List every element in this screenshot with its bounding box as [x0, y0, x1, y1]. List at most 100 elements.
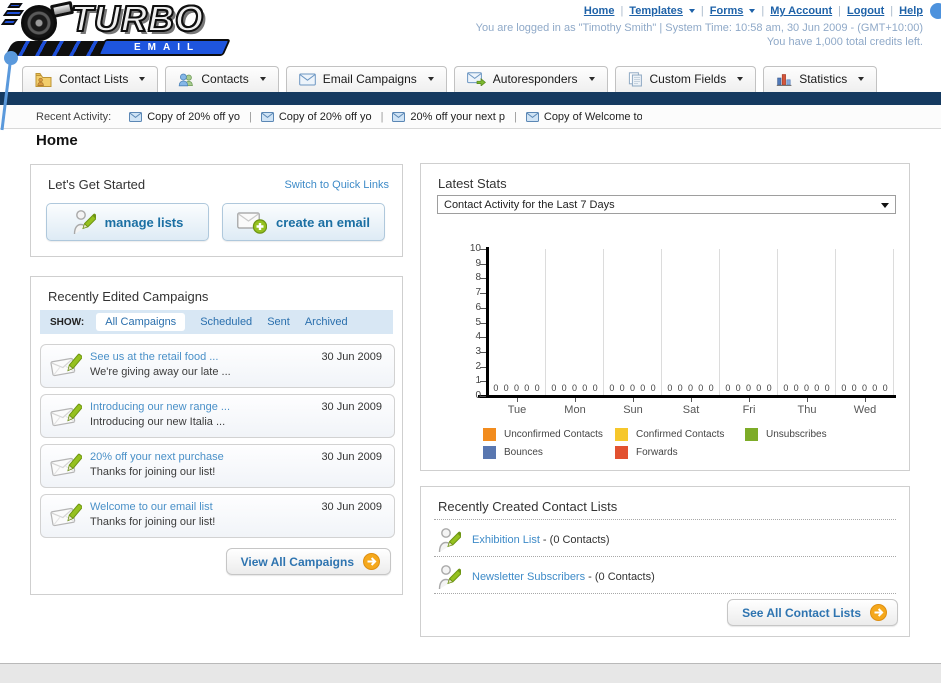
chart-zero-labels: 00000	[662, 383, 719, 393]
button-label: create an email	[276, 214, 370, 230]
recent-activity-item[interactable]: Copy of Welcome to	[525, 111, 642, 123]
filter-all-campaigns[interactable]: All Campaigns	[96, 313, 186, 331]
arrow-circle-icon	[870, 604, 887, 621]
value-label: 0	[513, 383, 519, 393]
y-tick-label: 8	[475, 272, 481, 284]
value-label: 0	[735, 383, 741, 393]
chart-day-group: 00000	[662, 249, 720, 395]
view-all-campaigns-button[interactable]: View All Campaigns	[225, 548, 391, 575]
page-footer-strip	[0, 664, 941, 683]
nav-tab-autoresponders[interactable]: Autoresponders	[453, 66, 608, 92]
campaign-item[interactable]: See us at the retail food ... We're givin…	[40, 344, 395, 388]
nav-tab-custom-fields[interactable]: Custom Fields	[614, 66, 757, 92]
y-tick	[480, 337, 486, 339]
value-label: 0	[851, 383, 857, 393]
folder-user-icon	[35, 72, 52, 87]
recent-activity-item[interactable]: 20% off your next p	[392, 111, 505, 123]
header-link-logout[interactable]: Logout	[847, 5, 884, 17]
y-tick	[480, 293, 486, 295]
switch-quick-links-link[interactable]: Switch to Quick Links	[284, 179, 389, 191]
panel-title: Recently Edited Campaigns	[48, 289, 209, 304]
chart-zero-labels: 00000	[720, 383, 777, 393]
campaign-title-link[interactable]: Welcome to our email list	[90, 501, 213, 513]
y-tick	[480, 307, 486, 309]
campaign-item[interactable]: 20% off your next purchase Thanks for joi…	[40, 444, 395, 488]
chevron-down-icon	[737, 77, 744, 81]
envelope-small-icon	[525, 111, 539, 122]
recent-activity-item[interactable]: Copy of 20% off yo	[129, 111, 240, 123]
legend-entry: Bounces	[483, 443, 615, 461]
contact-list-text: Newsletter Subscribers - (0 Contacts)	[472, 571, 655, 583]
campaign-item[interactable]: Introducing our new range ... Introducing…	[40, 394, 395, 438]
chevron-down-icon	[749, 9, 756, 13]
x-tick	[748, 398, 750, 402]
panel-title: Let's Get Started	[48, 177, 146, 192]
chart-day-group: 00000	[836, 249, 894, 395]
latest-stats-panel: Latest Stats Contact Activity for the La…	[420, 163, 910, 471]
separator: |	[700, 5, 704, 17]
envelope-pencil-icon	[50, 503, 83, 535]
campaign-item[interactable]: Welcome to our email list Thanks for join…	[40, 494, 395, 538]
chart-zero-labels: 00000	[546, 383, 603, 393]
recent-activity-link: Copy of 20% off yo	[278, 110, 372, 123]
header-link-home[interactable]: Home	[584, 5, 615, 17]
value-label: 0	[677, 383, 683, 393]
button-label: manage lists	[104, 214, 184, 230]
get-started-button-create-an-email[interactable]: create an email	[222, 203, 385, 241]
separator: |	[620, 5, 624, 17]
nav-tab-label: Email Campaigns	[322, 72, 417, 86]
day-label: Tue	[507, 404, 527, 416]
nav-tab-email-campaigns[interactable]: Email Campaigns	[285, 66, 447, 92]
see-all-contact-lists-button[interactable]: See All Contact Lists	[727, 599, 898, 626]
contact-list-link[interactable]: Exhibition List	[472, 534, 540, 546]
show-label: SHOW:	[50, 316, 85, 328]
y-tick	[480, 381, 486, 383]
legend-entry: Unconfirmed Contacts	[483, 425, 615, 443]
x-axis-day: Tue	[488, 398, 546, 416]
value-label: 0	[841, 383, 847, 393]
legend-label: Bounces	[504, 446, 543, 458]
page-title: Home	[36, 132, 78, 149]
filter-sent[interactable]: Sent	[267, 316, 290, 328]
chart-day-group: 00000	[604, 249, 662, 395]
filter-scheduled[interactable]: Scheduled	[200, 316, 252, 328]
value-label: 0	[814, 383, 820, 393]
pages-icon	[628, 71, 643, 87]
users-icon	[178, 72, 194, 87]
user-pencil-icon	[437, 564, 461, 591]
get-started-button-manage-lists[interactable]: manage lists	[46, 203, 209, 241]
campaign-title-link[interactable]: Introducing our new range ...	[90, 401, 230, 413]
filter-archived[interactable]: Archived	[305, 316, 348, 328]
annotation-dot	[930, 3, 941, 19]
y-tick-label: 4	[475, 331, 481, 343]
chart-zero-labels: 00000	[604, 383, 661, 393]
y-tick-label: 9	[475, 257, 481, 269]
contact-list-link[interactable]: Newsletter Subscribers	[472, 571, 585, 583]
chart-day-group: 00000	[778, 249, 836, 395]
contact-list-item[interactable]: Exhibition List - (0 Contacts)	[437, 523, 610, 557]
envelope-icon	[298, 73, 316, 86]
nav-tab-contacts[interactable]: Contacts	[165, 66, 279, 92]
header-link-forms[interactable]: Forms	[710, 5, 744, 17]
campaign-title-link[interactable]: See us at the retail food ...	[90, 351, 218, 363]
header-link-templates[interactable]: Templates	[629, 5, 683, 17]
legend-entry: Confirmed Contacts	[615, 425, 745, 443]
y-tick-label: 2	[475, 360, 481, 372]
header-link-my-account[interactable]: My Account	[770, 5, 832, 17]
nav-tab-contact-lists[interactable]: Contact Lists	[22, 66, 159, 92]
recent-activity-item[interactable]: Copy of 20% off yo	[260, 110, 372, 123]
value-label: 0	[783, 383, 789, 393]
campaign-title-link[interactable]: 20% off your next purchase	[90, 451, 224, 463]
value-label: 0	[619, 383, 625, 393]
value-label: 0	[745, 383, 751, 393]
x-axis-day: Mon	[546, 398, 604, 416]
envelope-small-icon	[392, 111, 406, 122]
header-link-help[interactable]: Help	[899, 5, 923, 17]
contact-list-item[interactable]: Newsletter Subscribers - (0 Contacts)	[437, 560, 655, 594]
value-label: 0	[561, 383, 567, 393]
nav-tab-statistics[interactable]: Statistics	[763, 66, 878, 92]
logo-email-banner: EMAIL	[97, 39, 231, 56]
y-tick	[480, 366, 486, 368]
y-tick-label: 7	[475, 287, 481, 299]
header-links: Home | Templates | Forms | My Account | Logout | H…	[584, 5, 923, 17]
